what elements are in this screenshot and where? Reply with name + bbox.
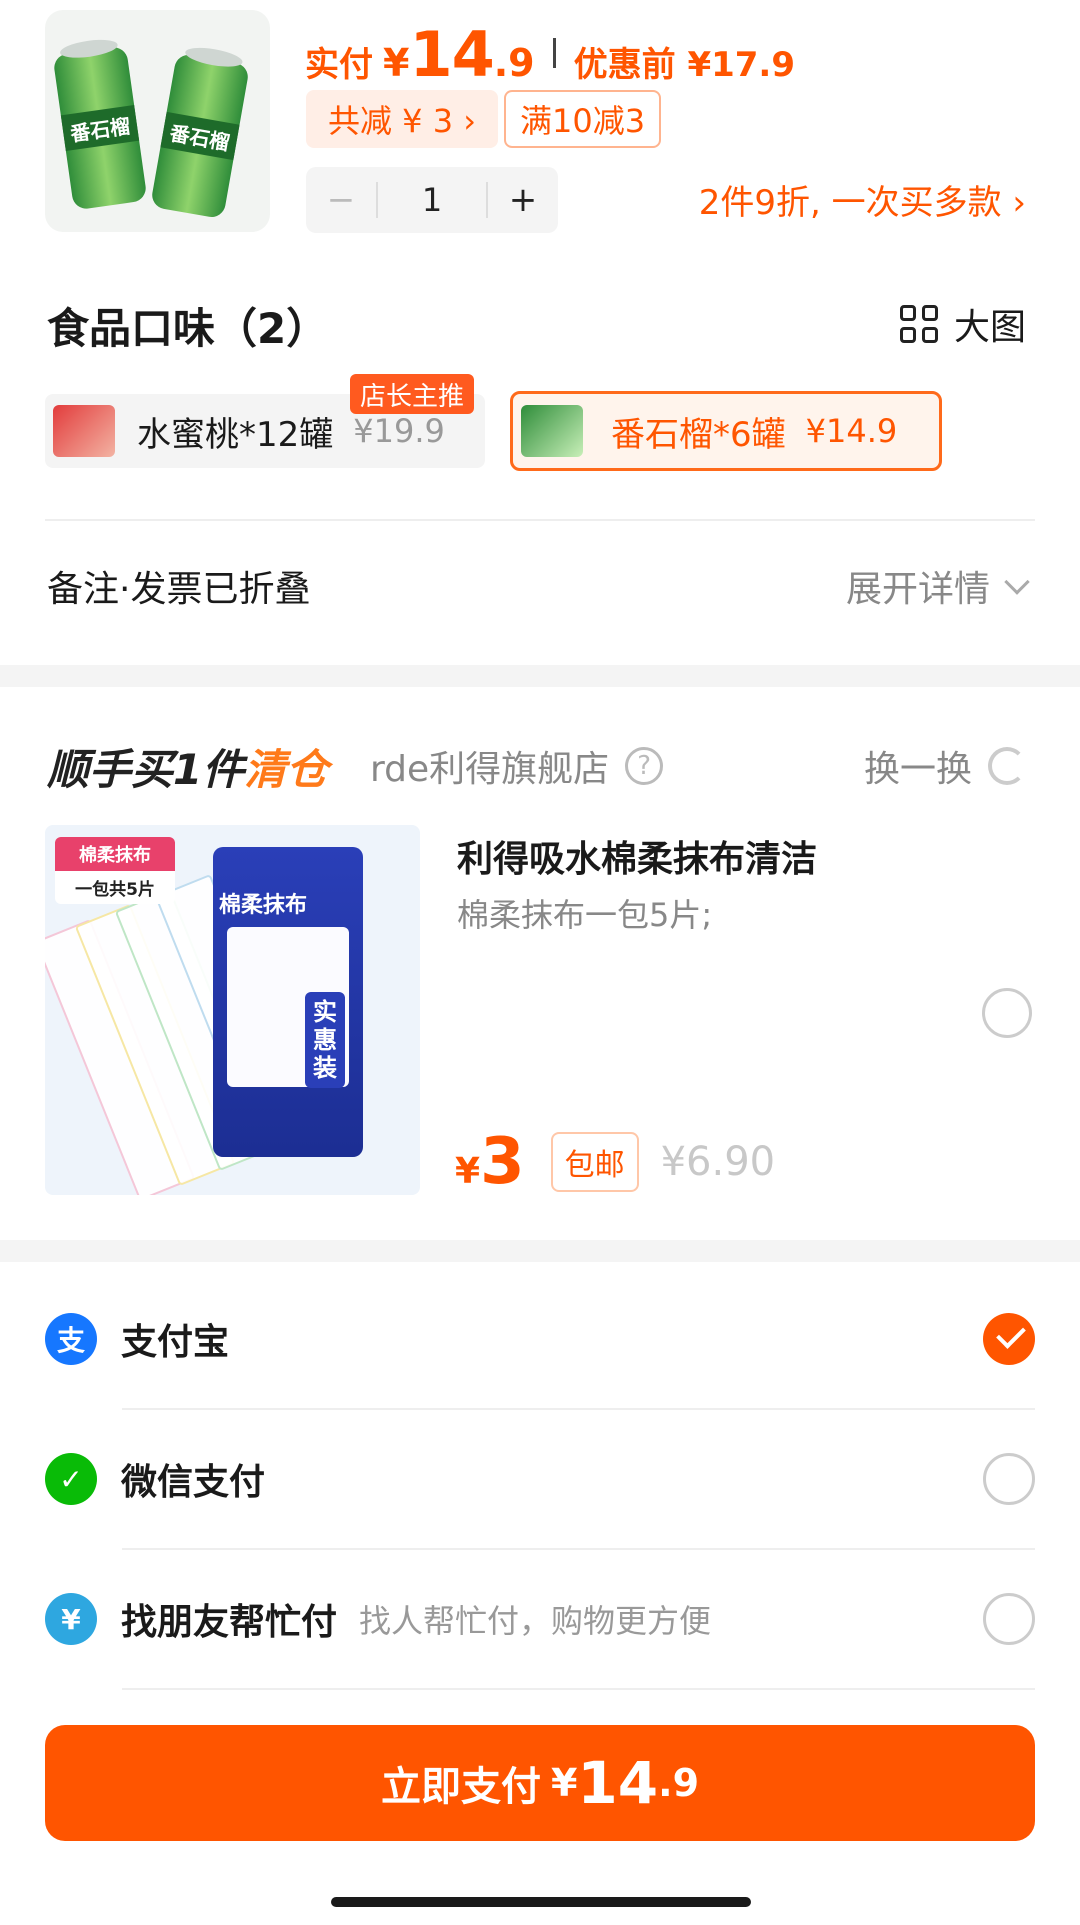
wechat-pay-icon: ✓ — [45, 1453, 97, 1505]
option-thumbnail — [53, 405, 115, 457]
payment-friend[interactable]: ¥ 找朋友帮忙付 找人帮忙付，购物更方便 — [45, 1549, 1035, 1689]
price-integer: 14 — [409, 18, 494, 91]
owner-recommend-badge: 店长主推 — [350, 374, 475, 414]
option-price: ¥19.9 — [353, 412, 445, 450]
flavor-option-guava[interactable]: 番石榴*6罐 ¥14.9 — [510, 391, 942, 471]
option-price: ¥14.9 — [805, 412, 898, 450]
refresh-button[interactable]: 换一换 — [864, 740, 1026, 792]
addon-product-image[interactable]: 棉柔抹布 实惠装 棉柔抹布 一包共5片 — [45, 825, 420, 1195]
quantity-value[interactable]: 1 — [376, 182, 488, 218]
full-reduction-tag: 满10减3 — [504, 90, 662, 148]
home-indicator[interactable] — [331, 1897, 751, 1907]
payment-label: 支付宝 — [121, 1322, 230, 1363]
big-view-toggle[interactable]: 大图 — [899, 298, 1026, 350]
can-image: 番石榴 — [150, 44, 250, 220]
addon-store-name[interactable]: rde利得旗舰店 ? — [370, 740, 664, 792]
payment-radio-checked[interactable] — [983, 1313, 1035, 1365]
pay-now-button[interactable]: 立即支付 ¥ 14 .9 — [45, 1725, 1035, 1841]
note-invoice-label: 备注·发票已折叠 — [47, 569, 311, 610]
section-gap — [0, 1240, 1080, 1262]
product-thumbnail[interactable]: 番石榴 番石榴 — [45, 10, 270, 232]
cloth-package: 棉柔抹布 实惠装 — [213, 847, 363, 1157]
payment-radio[interactable] — [983, 1453, 1035, 1505]
section-gap — [0, 665, 1080, 687]
addon-price-value: 3 — [480, 1125, 525, 1199]
expand-details-button[interactable]: 展开详情 — [845, 560, 1030, 612]
store-name: rde利得旗舰店 — [370, 749, 610, 790]
can-image: 番石榴 — [52, 36, 148, 211]
payment-radio[interactable] — [983, 1593, 1035, 1645]
price-decimal: .9 — [493, 41, 535, 85]
addon-section-title: 顺手买1件清仓 — [47, 745, 329, 794]
original-price: 优惠前 ¥17.9 — [573, 45, 796, 85]
divider — [45, 519, 1035, 521]
payment-label: 找朋友帮忙付 — [121, 1602, 338, 1643]
addon-price: ¥ 3 包邮 ¥6.90 — [455, 1125, 776, 1199]
multi-buy-promo-link[interactable]: 2件9折, 一次买多款 › — [699, 175, 1026, 224]
payment-wechat[interactable]: ✓ 微信支付 — [45, 1409, 1035, 1549]
refresh-icon — [988, 747, 1026, 785]
image-tag: 棉柔抹布 一包共5片 — [55, 837, 175, 904]
help-icon[interactable]: ? — [625, 747, 664, 785]
price-separator — [552, 38, 556, 68]
refresh-label: 换一换 — [863, 749, 972, 790]
price-line: 实付 ¥ 14 .9 优惠前 ¥17.9 — [305, 18, 796, 91]
big-view-label: 大图 — [953, 307, 1026, 348]
payment-subtitle: 找人帮忙付，购物更方便 — [359, 1602, 712, 1640]
addon-product-name[interactable]: 利得吸水棉柔抹布清洁 — [457, 830, 817, 882]
alipay-icon: 支 — [45, 1313, 97, 1365]
friend-pay-icon: ¥ — [45, 1593, 97, 1645]
payment-label: 微信支付 — [121, 1462, 266, 1503]
grid-icon — [899, 305, 938, 343]
free-shipping-badge: 包邮 — [550, 1132, 639, 1192]
decrease-button[interactable]: − — [306, 180, 376, 220]
option-name: 水蜜桃*12罐 — [137, 414, 334, 455]
option-name: 番石榴*6罐 — [611, 414, 786, 455]
addon-original-price: ¥6.90 — [660, 1139, 776, 1185]
increase-button[interactable]: + — [488, 180, 558, 220]
quantity-stepper: − 1 + — [306, 167, 558, 233]
currency-symbol: ¥ — [383, 41, 410, 85]
expand-details-label: 展开详情 — [845, 569, 990, 610]
chevron-down-icon — [1004, 569, 1030, 595]
option-thumbnail — [521, 405, 583, 457]
addon-product-desc: 棉柔抹布一包5片; — [457, 896, 713, 934]
total-discount-tag[interactable]: 共减 ¥ 3 › — [306, 90, 499, 148]
addon-select-radio[interactable] — [982, 988, 1032, 1038]
divider — [122, 1688, 1035, 1690]
flavor-section-title: 食品口味（2） — [47, 304, 329, 353]
payment-alipay[interactable]: 支 支付宝 — [45, 1269, 1035, 1409]
paid-label: 实付 — [305, 45, 373, 85]
